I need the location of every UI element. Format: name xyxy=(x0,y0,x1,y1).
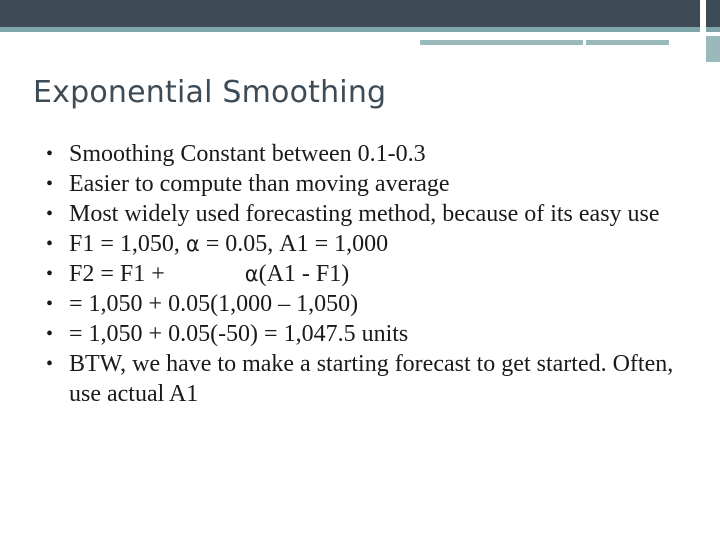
header-accent-line-right xyxy=(586,40,669,45)
slide-decoration-header xyxy=(0,0,720,62)
slide-body: Smoothing Constant between 0.1-0.3 Easier… xyxy=(38,140,698,410)
list-item-text: Most widely used forecasting method, bec… xyxy=(69,201,660,227)
list-item: Smoothing Constant between 0.1-0.3 xyxy=(38,140,698,170)
list-item-text: = 1,050 + 0.05(-50) = 1,047.5 units xyxy=(69,321,409,347)
header-accent-line-left xyxy=(420,40,583,45)
list-item-text: = 1,050 + 0.05(1,000 – 1,050) xyxy=(69,291,359,317)
list-item-text: = 0.05, A1 = 1,000 xyxy=(199,231,389,257)
list-item: = 1,050 + 0.05(1,000 – 1,050) xyxy=(38,290,698,320)
list-item: Most widely used forecasting method, bec… xyxy=(38,200,698,230)
list-item: F1 = 1,050, α = 0.05, A1 = 1,000 xyxy=(38,230,698,260)
page-title: Exponential Smoothing xyxy=(33,75,387,110)
list-item: Easier to compute than moving average xyxy=(38,170,698,200)
list-item-text: F1 = 1,050, xyxy=(69,231,186,257)
alpha-symbol: α xyxy=(244,262,259,286)
header-bar-teal xyxy=(0,27,700,32)
list-item-text: Easier to compute than moving average xyxy=(69,171,450,197)
header-accent-block-corner xyxy=(706,36,720,62)
alpha-symbol: α xyxy=(185,232,200,256)
header-bar-dark xyxy=(0,0,700,27)
list-item: BTW, we have to make a starting forecast… xyxy=(38,350,698,409)
header-bar-teal-right xyxy=(706,27,720,32)
list-item-text: Smoothing Constant between 0.1-0.3 xyxy=(69,141,426,167)
list-item-text: (A1 - F1) xyxy=(258,261,350,287)
list-item-text: F2 = F1 + xyxy=(69,261,171,287)
slide: Exponential Smoothing Smoothing Constant… xyxy=(0,0,720,540)
list-item: = 1,050 + 0.05(-50) = 1,047.5 units xyxy=(38,320,698,350)
list-item: F2 = F1 + α(A1 - F1) xyxy=(38,260,698,290)
list-item-text: BTW, we have to make a starting forecast… xyxy=(69,351,674,407)
bullet-list: Smoothing Constant between 0.1-0.3 Easier… xyxy=(38,140,698,409)
header-bar-dark-right xyxy=(706,0,720,27)
